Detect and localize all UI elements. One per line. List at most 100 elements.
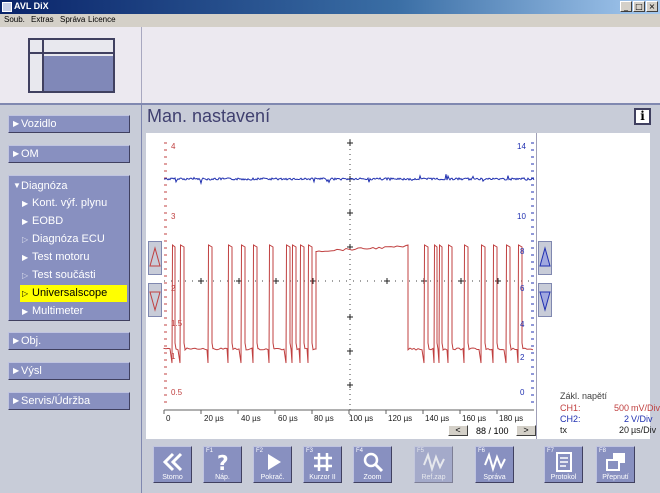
close-button[interactable]: × — [646, 1, 658, 12]
right-scale-label-0: 14 — [517, 142, 526, 151]
sidebar-subitem-eobd[interactable]: ▶ EOBD — [20, 213, 127, 230]
sidebar-subitem-multimeter[interactable]: ▶ Multimeter — [20, 303, 127, 320]
left-scale-label-4: 1 — [171, 352, 176, 361]
app-logo — [28, 38, 115, 93]
x-label-3: 60 µs — [278, 414, 298, 423]
help-button[interactable]: F1 ? Náp. — [203, 446, 242, 483]
right-scale-label-4: 4 — [520, 320, 525, 329]
info-icon[interactable]: i — [634, 108, 651, 125]
sidebar-item-diagnoza[interactable]: ▼ Diagnóza — [9, 178, 129, 194]
ch1-up-arrow[interactable] — [148, 241, 162, 275]
storno-button[interactable]: Storno — [153, 446, 192, 483]
top-strip — [142, 27, 660, 103]
waveform-icon — [484, 451, 506, 473]
title-bar: AVL DiX _ □ × — [0, 0, 660, 14]
menu-licence[interactable]: Licence — [88, 15, 116, 24]
logo-area — [0, 27, 142, 103]
continue-button[interactable]: F2 Pokrač. — [253, 446, 292, 483]
ch2-up-arrow[interactable] — [538, 241, 552, 275]
sidebar-item-om[interactable]: ▶ OM — [8, 145, 130, 163]
x-label-6: 120 µs — [388, 414, 412, 423]
cursor-ii-button[interactable]: F3 Kurzor II — [303, 446, 342, 483]
x-label-0: 0 — [166, 414, 171, 423]
x-label-2: 40 µs — [241, 414, 261, 423]
sidebar-subitem-universalscope[interactable]: ▷ Universalscope — [20, 285, 127, 302]
ch2-down-arrow[interactable] — [538, 283, 552, 317]
triangle-right-outline-icon: ▷ — [22, 289, 29, 298]
x-label-1: 20 µs — [204, 414, 224, 423]
triangle-right-outline-icon: ▷ — [22, 271, 29, 280]
waveform-icon — [423, 451, 445, 473]
sidebar-item-obj[interactable]: ▶ Obj. — [8, 332, 130, 350]
prepnuti-button[interactable]: F8 Přepnutí — [596, 446, 635, 483]
magnifier-icon — [363, 452, 384, 473]
x-label-8: 160 µs — [462, 414, 486, 423]
right-scale-label-5: 2 — [520, 353, 525, 362]
prev-page-button[interactable]: < — [448, 425, 468, 436]
left-scale-label-5: 0.5 — [171, 388, 183, 397]
left-scale-label-2: 2 — [171, 284, 176, 293]
sidebar-subitem-kont-vyf-plynu[interactable]: ▶ Kont. výf. plynu — [20, 195, 127, 212]
app-icon — [2, 2, 12, 12]
zoom-button[interactable]: F4 Zoom — [353, 446, 392, 483]
x-label-9: 180 µs — [499, 414, 523, 423]
page-header: Man. nastavení i — [142, 105, 660, 129]
left-scale-label-1: 3 — [171, 212, 176, 221]
sidebar-subitem-diagnoza-ecu[interactable]: ▷ Diagnóza ECU — [20, 231, 127, 248]
triangle-right-icon: ▶ — [22, 199, 29, 208]
grid-hash-icon — [314, 453, 332, 471]
main-panel: 4 3 2 1.5 1 0.5 14 10 8 6 4 2 0 0 20 µs … — [142, 129, 660, 493]
menu-bar: Soub. Extras Správa Licence — [0, 14, 660, 26]
sidebar-subitem-test-motoru[interactable]: ▶ Test motoru — [20, 249, 127, 266]
sidebar-item-servis-udrzba[interactable]: ▶ Servis/Údržba — [8, 392, 130, 410]
left-scale-ticks — [164, 142, 167, 403]
protokol-button[interactable]: F7 Protokol — [544, 446, 583, 483]
x-label-4: 80 µs — [314, 414, 334, 423]
sprava-button[interactable]: F6 Správa — [475, 446, 514, 483]
sidebar-group-diagnoza: ▼ Diagnóza ▶ Kont. výf. plynu ▶ EOBD ▷ D… — [8, 175, 130, 321]
play-icon — [268, 454, 281, 470]
tx-setting: tx 20 µs/Div — [560, 425, 657, 435]
right-scale-label-6: 0 — [520, 388, 525, 397]
triangle-right-outline-icon: ▷ — [22, 235, 29, 244]
x-label-7: 140 µs — [425, 414, 449, 423]
ch1-setting: CH1: 500 mV/Div — [560, 403, 660, 413]
maximize-button[interactable]: □ — [633, 1, 645, 12]
triangle-right-icon: ▶ — [13, 119, 20, 128]
sidebar-subitem-test-soucasti[interactable]: ▷ Test součásti — [20, 267, 127, 284]
svg-text:?: ? — [217, 451, 229, 473]
menu-extras[interactable]: Extras — [31, 15, 54, 24]
next-page-button[interactable]: > — [516, 425, 536, 436]
triangle-right-icon: ▶ — [13, 396, 20, 405]
double-chevron-left-icon — [162, 452, 183, 472]
settings-heading: Zákl. napětí — [560, 391, 608, 401]
triangle-right-icon: ▶ — [13, 336, 20, 345]
ch2-setting: CH2: 2 V/Div — [560, 414, 653, 424]
page-title: Man. nastavení — [147, 106, 271, 126]
right-scale-label-1: 10 — [517, 212, 526, 221]
ch1-down-arrow[interactable] — [148, 283, 162, 317]
oscilloscope-panel: 4 3 2 1.5 1 0.5 14 10 8 6 4 2 0 0 20 µs … — [146, 133, 660, 439]
sidebar-item-vozidlo[interactable]: ▶ Vozidlo — [8, 115, 130, 133]
right-scale-ticks — [531, 142, 534, 403]
menu-soub[interactable]: Soub. — [4, 15, 25, 24]
right-scale-label-3: 6 — [520, 284, 525, 293]
ref-zap-button[interactable]: F5 Ref.zap — [414, 446, 453, 483]
triangle-right-icon: ▶ — [13, 149, 20, 158]
ch1-trace — [163, 243, 534, 364]
sidebar-item-vysl[interactable]: ▶ Výsl — [8, 362, 130, 380]
minimize-button[interactable]: _ — [620, 1, 632, 12]
x-label-5: 100 µs — [349, 414, 373, 423]
question-icon: ? — [217, 451, 229, 473]
window-title: AVL DiX — [14, 1, 49, 11]
menu-sprava[interactable]: Správa — [60, 15, 85, 24]
left-scale-label-3: 1.5 — [171, 319, 183, 328]
triangle-right-icon: ▶ — [22, 217, 29, 226]
page-counter: 88 / 100 — [476, 426, 509, 436]
document-icon — [556, 452, 572, 472]
triangle-right-icon: ▶ — [22, 253, 29, 262]
right-scale-label-2: 8 — [520, 247, 525, 256]
left-scale-label-0: 4 — [171, 142, 176, 151]
switch-windows-icon — [606, 453, 625, 471]
triangle-right-icon: ▶ — [13, 366, 20, 375]
